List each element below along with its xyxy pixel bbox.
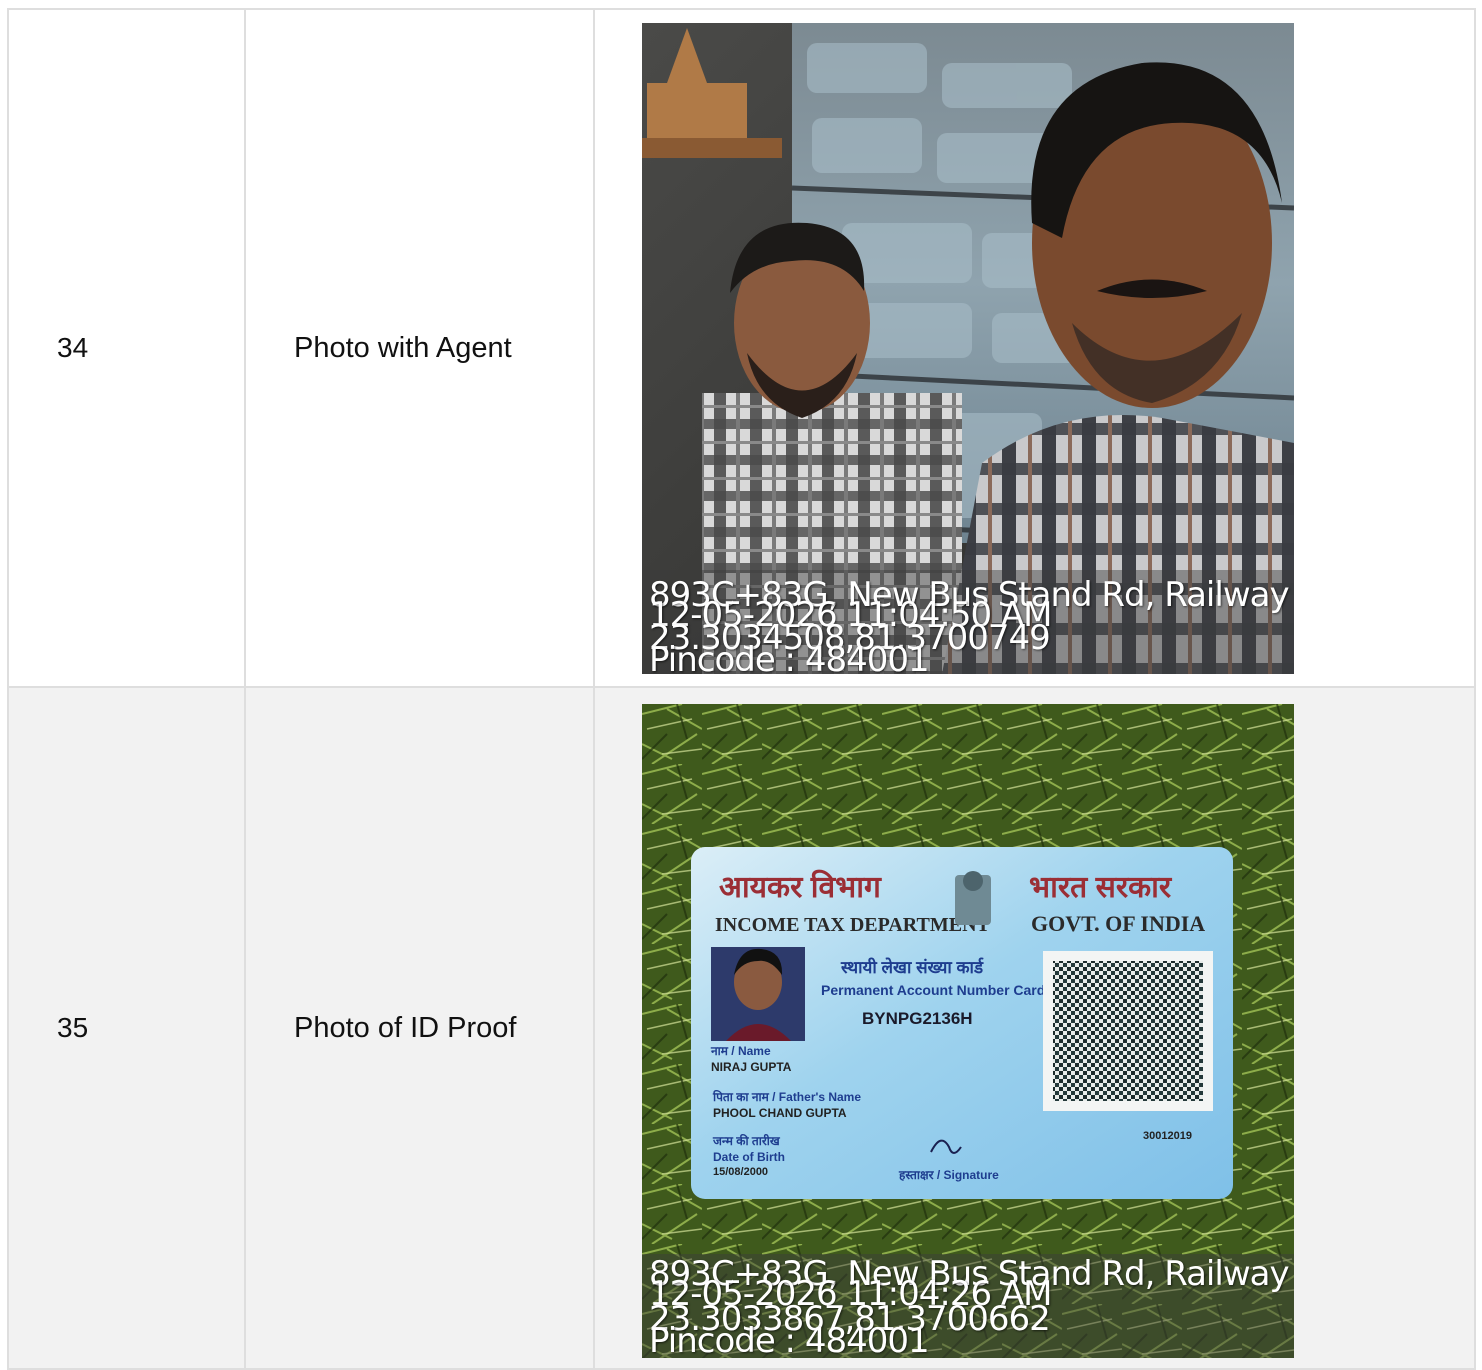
geotag-pincode: Pincode : 484001 xyxy=(649,639,930,674)
card-govt-hindi: भारत सरकार xyxy=(1029,871,1173,904)
card-govt-english: GOVT. OF INDIA xyxy=(1031,911,1205,936)
document-table: 34 Photo with Agent 893C+83G, New Bus St… xyxy=(7,8,1476,1370)
pan-number: BYNPG2136H xyxy=(862,1009,973,1028)
dob-label-hindi: जन्म की तारीख xyxy=(712,1134,781,1148)
dob-value: 15/08/2000 xyxy=(713,1166,768,1178)
row-number: 35 xyxy=(7,686,246,1370)
emblem-icon xyxy=(955,871,991,925)
issue-code: 30012019 xyxy=(1143,1130,1192,1142)
card-title-hindi: स्थायी लेखा संख्या कार्ड xyxy=(840,957,984,977)
father-name: PHOOL CHAND GUPTA xyxy=(713,1106,847,1120)
geotag-pincode: Pincode : 484001 xyxy=(649,1321,930,1358)
selfie-photo: 893C+83G, New Bus Stand Rd, Railway ... … xyxy=(642,22,1294,674)
dob-label: Date of Birth xyxy=(713,1150,785,1164)
card-dept-english: INCOME TAX DEPARTMENT xyxy=(715,914,991,936)
pan-card-photo: आयकर विभाग INCOME TAX DEPARTMENT भारत सर… xyxy=(642,704,1294,1358)
card-dept-hindi: आयकर विभाग xyxy=(719,869,882,904)
card-title-english: Permanent Account Number Card xyxy=(821,982,1045,998)
card-holder-photo xyxy=(711,947,805,1041)
row-label: Photo of ID Proof xyxy=(244,686,595,1370)
card-name: NIRAJ GUPTA xyxy=(711,1060,792,1074)
photo-cell: 893C+83G, New Bus Stand Rd, Railway ... … xyxy=(593,8,1476,688)
qr-code xyxy=(1043,951,1213,1111)
table-row: 34 Photo with Agent 893C+83G, New Bus St… xyxy=(7,8,1476,688)
photo-cell: आयकर विभाग INCOME TAX DEPARTMENT भारत सर… xyxy=(593,686,1476,1370)
row-number: 34 xyxy=(7,8,246,688)
table-row: 35 Photo of ID Proof आयकर विभाग INCOME T… xyxy=(7,686,1476,1370)
father-name-label: पिता का नाम / Father's Name xyxy=(712,1090,861,1104)
signature-label: हस्ताक्षर / Signature xyxy=(898,1168,999,1182)
row-label: Photo with Agent xyxy=(244,8,595,688)
name-label: नाम / Name xyxy=(710,1044,771,1058)
